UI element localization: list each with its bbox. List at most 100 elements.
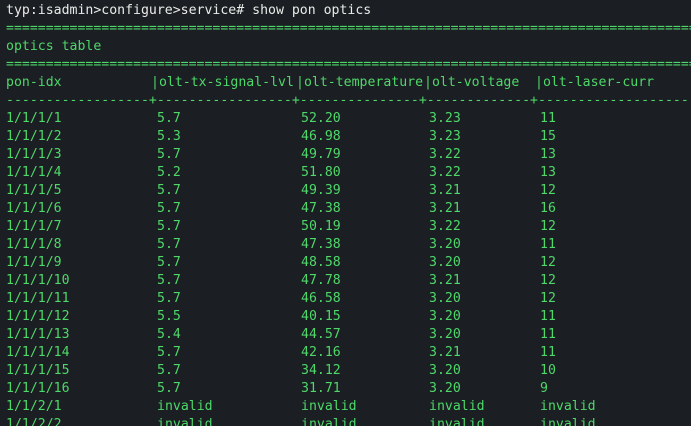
command-line: typ:isadmin>configure>service# show pon … bbox=[6, 2, 371, 20]
table-row: 1/1/1/3 5.7 49.79 3.22 13 bbox=[6, 146, 691, 164]
cell-olt-laser-curr: 15 bbox=[540, 129, 556, 144]
terminal-window[interactable]: typ:isadmin>configure>service# show pon … bbox=[0, 0, 691, 426]
cell-olt-laser-curr: 13 bbox=[540, 165, 556, 180]
cell-olt-voltage: 3.21 bbox=[429, 273, 461, 288]
cell-olt-laser-curr: 11 bbox=[540, 111, 556, 126]
cell-pon-idx: 1/1/1/2 bbox=[6, 129, 62, 144]
cell-olt-voltage: invalid bbox=[429, 399, 485, 414]
cell-olt-voltage: 3.23 bbox=[429, 111, 461, 126]
cell-pon-idx: 1/1/1/10 bbox=[6, 273, 70, 288]
cell-olt-temperature: invalid bbox=[301, 417, 357, 426]
cell-olt-temperature: 44.57 bbox=[301, 327, 341, 342]
cell-olt-voltage: 3.20 bbox=[429, 291, 461, 306]
cell-olt-temperature: invalid bbox=[301, 399, 357, 414]
cell-olt-voltage: 3.20 bbox=[429, 237, 461, 252]
cell-olt-tx-signal-lvl: 5.7 bbox=[157, 147, 181, 162]
cell-olt-laser-curr: 12 bbox=[540, 273, 556, 288]
column-header-olt-temperature: |olt-temperature bbox=[296, 75, 424, 90]
cell-olt-temperature: 48.58 bbox=[301, 255, 341, 270]
table-row: 1/1/1/14 5.7 42.16 3.21 11 bbox=[6, 344, 691, 362]
cell-olt-tx-signal-lvl: 5.7 bbox=[157, 111, 181, 126]
column-header-olt-laser-curr: |olt-laser-curr bbox=[535, 75, 655, 90]
cell-olt-laser-curr: 11 bbox=[540, 345, 556, 360]
shell-prompt: typ:isadmin>configure>service# bbox=[6, 3, 245, 18]
cell-olt-temperature: 47.38 bbox=[301, 201, 341, 216]
cell-olt-tx-signal-lvl: invalid bbox=[157, 399, 213, 414]
table-row: 1/1/1/12 5.5 40.15 3.20 11 bbox=[6, 308, 691, 326]
cell-olt-laser-curr: 12 bbox=[540, 183, 556, 198]
cell-olt-temperature: 34.12 bbox=[301, 363, 341, 378]
cell-olt-temperature: 50.19 bbox=[301, 219, 341, 234]
table-row: 1/1/1/2 5.3 46.98 3.23 15 bbox=[6, 128, 691, 146]
cell-pon-idx: 1/1/1/5 bbox=[6, 183, 62, 198]
table-row: 1/1/1/9 5.7 48.58 3.20 12 bbox=[6, 254, 691, 272]
cell-pon-idx: 1/1/1/12 bbox=[6, 309, 70, 324]
cell-olt-voltage: 3.20 bbox=[429, 327, 461, 342]
cell-olt-laser-curr: 12 bbox=[540, 255, 556, 270]
table-row: 1/1/1/1 5.7 52.20 3.23 11 bbox=[6, 110, 691, 128]
cell-olt-laser-curr: 11 bbox=[540, 237, 556, 252]
cell-olt-temperature: 49.39 bbox=[301, 183, 341, 198]
cell-olt-temperature: 49.79 bbox=[301, 147, 341, 162]
table-row: 1/1/2/1 invalid invalid invalid invalid bbox=[6, 398, 691, 416]
cell-olt-tx-signal-lvl: 5.7 bbox=[157, 381, 181, 396]
cell-pon-idx: 1/1/1/4 bbox=[6, 165, 62, 180]
cell-pon-idx: 1/1/1/6 bbox=[6, 201, 62, 216]
table-row: 1/1/1/16 5.7 31.71 3.20 9 bbox=[6, 380, 691, 398]
cell-pon-idx: 1/1/1/7 bbox=[6, 219, 62, 234]
cell-pon-idx: 1/1/1/14 bbox=[6, 345, 70, 360]
cell-pon-idx: 1/1/1/9 bbox=[6, 255, 62, 270]
table-row: 1/1/1/4 5.2 51.80 3.22 13 bbox=[6, 164, 691, 182]
column-header-pon-idx: pon-idx bbox=[6, 75, 62, 90]
cell-olt-voltage: 3.21 bbox=[429, 183, 461, 198]
cell-olt-laser-curr: invalid bbox=[540, 417, 596, 426]
cell-olt-tx-signal-lvl: 5.7 bbox=[157, 345, 181, 360]
cell-olt-voltage: 3.22 bbox=[429, 219, 461, 234]
cell-olt-tx-signal-lvl: 5.5 bbox=[157, 309, 181, 324]
table-header: pon-idx |olt-tx-signal-lvl |olt-temperat… bbox=[6, 74, 691, 92]
table-row: 1/1/2/2 invalid invalid invalid invalid bbox=[6, 416, 691, 426]
separator-dashes: ------------------+-----------------+---… bbox=[6, 93, 691, 108]
cell-olt-tx-signal-lvl: 5.7 bbox=[157, 255, 181, 270]
table-row: 1/1/1/8 5.7 47.38 3.20 11 bbox=[6, 236, 691, 254]
separator-equals: ========================================… bbox=[6, 21, 691, 36]
cell-olt-temperature: 51.80 bbox=[301, 165, 341, 180]
cell-olt-temperature: 42.16 bbox=[301, 345, 341, 360]
cell-olt-temperature: 47.38 bbox=[301, 237, 341, 252]
column-header-olt-tx-signal-lvl: |olt-tx-signal-lvl bbox=[151, 75, 294, 90]
table-row: 1/1/1/11 5.7 46.58 3.20 12 bbox=[6, 290, 691, 308]
column-header-olt-voltage: |olt-voltage bbox=[424, 75, 520, 90]
cell-pon-idx: 1/1/1/11 bbox=[6, 291, 70, 306]
cell-pon-idx: 1/1/1/16 bbox=[6, 381, 70, 396]
cell-olt-tx-signal-lvl: 5.4 bbox=[157, 327, 181, 342]
cell-olt-tx-signal-lvl: 5.7 bbox=[157, 363, 181, 378]
table-row: 1/1/1/15 5.7 34.12 3.20 10 bbox=[6, 362, 691, 380]
cell-olt-laser-curr: invalid bbox=[540, 399, 596, 414]
cell-olt-temperature: 31.71 bbox=[301, 381, 341, 396]
cell-olt-voltage: 3.20 bbox=[429, 255, 461, 270]
cell-olt-tx-signal-lvl: invalid bbox=[157, 417, 213, 426]
cell-olt-temperature: 46.58 bbox=[301, 291, 341, 306]
cell-olt-tx-signal-lvl: 5.7 bbox=[157, 183, 181, 198]
cell-olt-tx-signal-lvl: 5.7 bbox=[157, 291, 181, 306]
cell-olt-voltage: 3.20 bbox=[429, 363, 461, 378]
cell-pon-idx: 1/1/2/1 bbox=[6, 399, 62, 414]
cell-olt-laser-curr: 12 bbox=[540, 291, 556, 306]
cell-olt-voltage: 3.22 bbox=[429, 165, 461, 180]
table-row: 1/1/1/6 5.7 47.38 3.21 16 bbox=[6, 200, 691, 218]
cell-olt-tx-signal-lvl: 5.7 bbox=[157, 273, 181, 288]
cell-olt-voltage: invalid bbox=[429, 417, 485, 426]
command-text: show pon optics bbox=[252, 3, 372, 18]
cell-olt-voltage: 3.21 bbox=[429, 345, 461, 360]
cell-olt-laser-curr: 12 bbox=[540, 219, 556, 234]
cell-olt-laser-curr: 9 bbox=[540, 381, 548, 396]
cell-olt-voltage: 3.20 bbox=[429, 381, 461, 396]
separator-equals-2: ========================================… bbox=[6, 57, 691, 72]
cell-olt-temperature: 47.78 bbox=[301, 273, 341, 288]
cell-olt-laser-curr: 10 bbox=[540, 363, 556, 378]
cell-olt-laser-curr: 13 bbox=[540, 147, 556, 162]
cell-pon-idx: 1/1/1/13 bbox=[6, 327, 70, 342]
cell-olt-voltage: 3.22 bbox=[429, 147, 461, 162]
cell-olt-laser-curr: 11 bbox=[540, 309, 556, 324]
cell-olt-laser-curr: 16 bbox=[540, 201, 556, 216]
